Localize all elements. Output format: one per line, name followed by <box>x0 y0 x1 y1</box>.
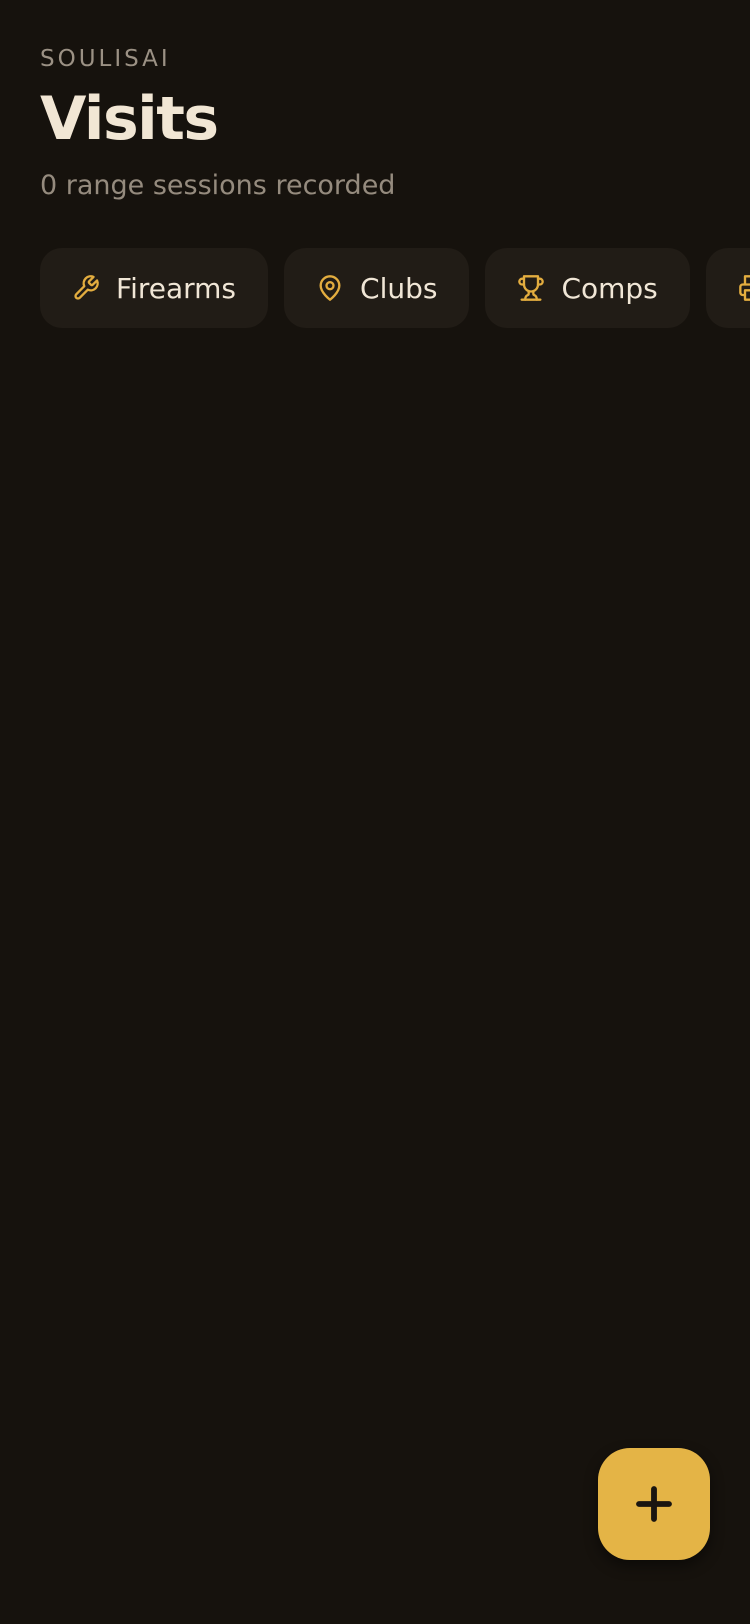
printer-icon <box>738 274 750 302</box>
chip-comps[interactable]: Comps <box>485 248 690 328</box>
chip-label: Firearms <box>116 271 237 305</box>
add-visit-button[interactable] <box>598 1448 710 1560</box>
plus-icon <box>636 1486 672 1522</box>
brand-label: SOULISAI <box>40 46 171 72</box>
chip-clubs[interactable]: Clubs <box>284 248 470 328</box>
chip-label: Clubs <box>360 271 438 305</box>
trophy-icon <box>517 274 545 302</box>
sessions-count: 0 range sessions recorded <box>40 170 396 201</box>
map-pin-icon <box>316 274 344 302</box>
page-title: Visits <box>40 84 219 154</box>
chip-label: Comps <box>561 271 658 305</box>
wrench-icon <box>72 274 100 302</box>
chip-print[interactable] <box>705 248 750 328</box>
quick-nav-chips: Firearms Clubs Comps <box>40 248 750 328</box>
chip-firearms[interactable]: Firearms <box>40 248 269 328</box>
